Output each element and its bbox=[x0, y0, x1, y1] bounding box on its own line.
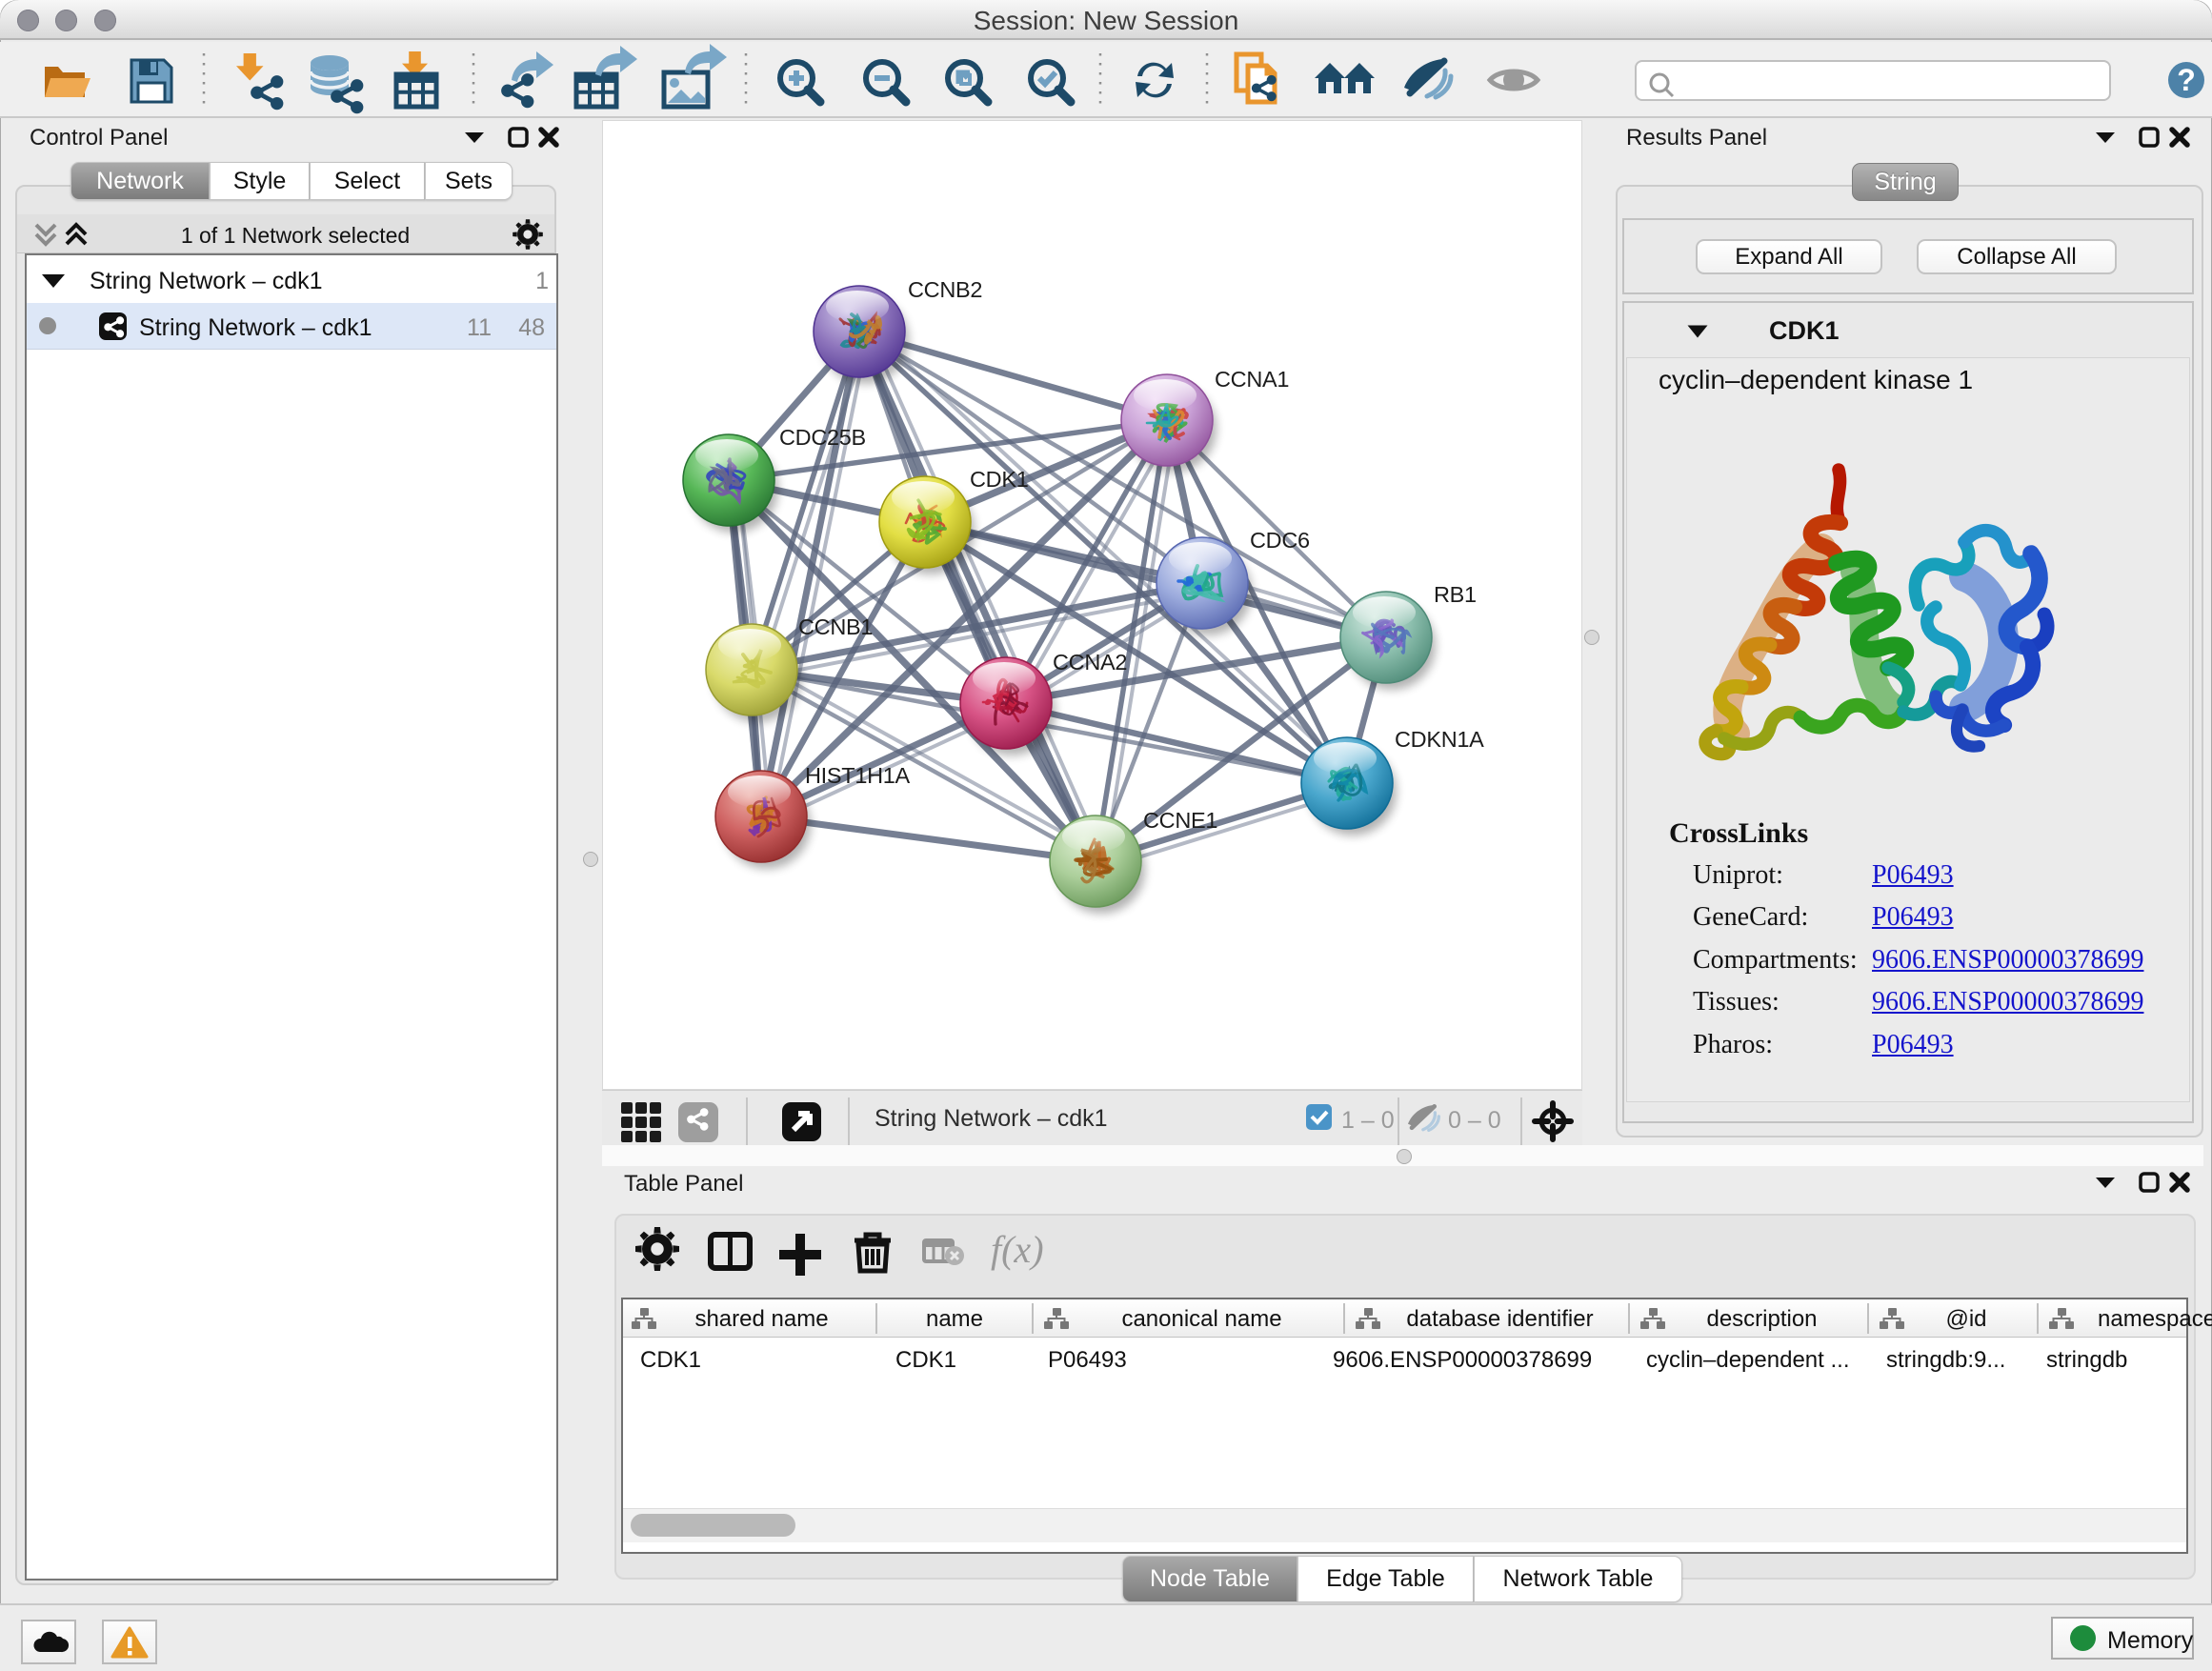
svg-text:description: description bbox=[1706, 1306, 1817, 1332]
svg-text:f(x): f(x) bbox=[991, 1228, 1044, 1271]
svg-text:CCNB1: CCNB1 bbox=[798, 614, 873, 639]
svg-text:namespace: namespace bbox=[2098, 1306, 2212, 1332]
svg-text:CDKN1A: CDKN1A bbox=[1395, 727, 1484, 752]
svg-text:name: name bbox=[926, 1306, 983, 1332]
svg-text:database identifier: database identifier bbox=[1406, 1306, 1593, 1332]
svg-text:HIST1H1A: HIST1H1A bbox=[805, 763, 911, 788]
svg-text:canonical name: canonical name bbox=[1121, 1306, 1281, 1332]
svg-text:RB1: RB1 bbox=[1434, 582, 1477, 607]
svg-text:CCNA1: CCNA1 bbox=[1215, 367, 1289, 392]
svg-text:CCNE1: CCNE1 bbox=[1143, 808, 1217, 833]
svg-text:shared name: shared name bbox=[694, 1306, 828, 1332]
svg-text:CDK1: CDK1 bbox=[970, 467, 1029, 492]
svg-text:CDC25B: CDC25B bbox=[779, 425, 866, 450]
svg-text:CCNA2: CCNA2 bbox=[1053, 650, 1127, 674]
svg-text:@id: @id bbox=[1945, 1306, 1986, 1332]
svg-text:?: ? bbox=[2177, 63, 2196, 97]
svg-text:CCNB2: CCNB2 bbox=[908, 277, 982, 302]
svg-text:CDC6: CDC6 bbox=[1250, 528, 1310, 553]
